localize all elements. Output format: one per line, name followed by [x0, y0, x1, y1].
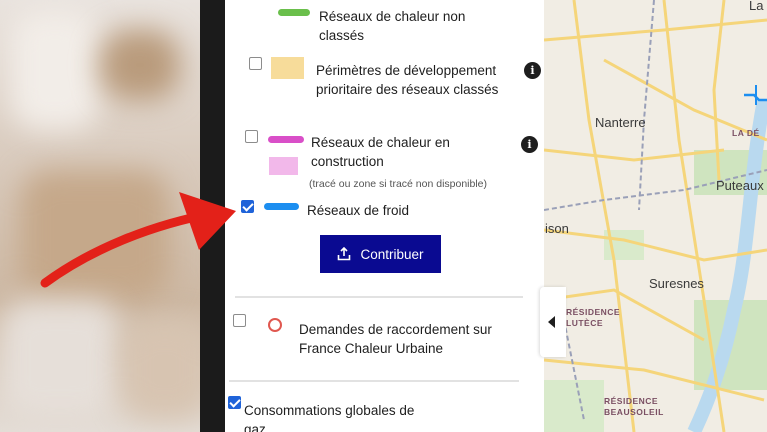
- red-arrow-annotation: [40, 192, 236, 288]
